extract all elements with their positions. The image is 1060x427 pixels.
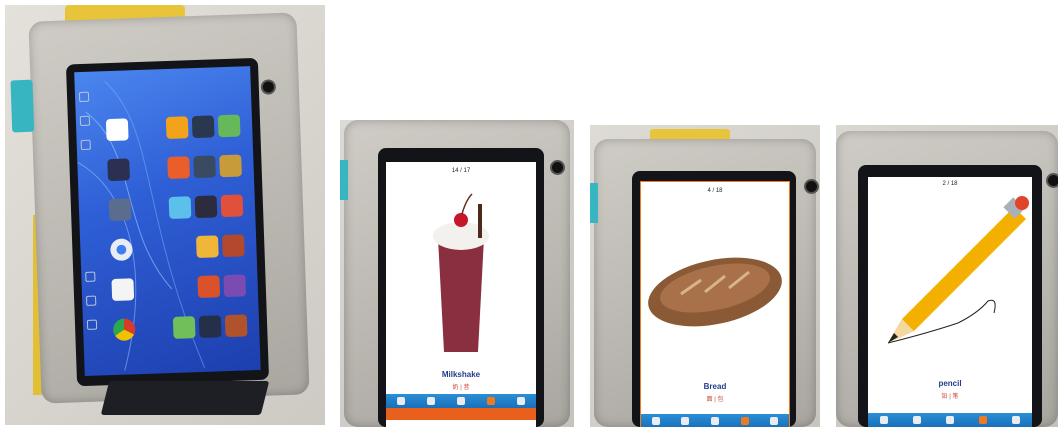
app-icon[interactable] — [193, 155, 216, 179]
app-icon[interactable] — [217, 114, 241, 138]
home-screen[interactable] — [74, 66, 261, 377]
app-icon[interactable] — [107, 158, 131, 182]
back-nav-icon[interactable] — [78, 91, 90, 103]
app-icon[interactable] — [167, 156, 190, 180]
front-camera — [1048, 175, 1058, 186]
flashcard-screen[interactable]: 4 / 18 Bread 面 | 包 — [640, 181, 790, 427]
pencil-image — [887, 196, 1029, 344]
app-toolbar — [386, 394, 536, 408]
app-icon[interactable] — [197, 275, 221, 299]
tablet-stand — [100, 381, 270, 415]
card-pinyin: 面 | 包 — [706, 397, 724, 403]
sound-icon[interactable] — [770, 417, 779, 425]
book-icon[interactable] — [913, 416, 922, 424]
app-icon[interactable] — [224, 314, 248, 338]
teal-strap — [10, 79, 35, 133]
volume-up-icon[interactable] — [86, 319, 98, 330]
banner-bar[interactable] — [386, 408, 536, 420]
card-pinyin: 奶 | 昔 — [452, 385, 470, 391]
card-icon[interactable] — [487, 397, 495, 405]
home-icon[interactable] — [651, 417, 660, 425]
book-icon[interactable] — [427, 397, 435, 405]
milkshake-image — [433, 193, 489, 352]
app-toolbar — [868, 413, 1032, 427]
front-camera — [262, 81, 275, 93]
tablet-case: 14 / 17 Milkshake 奶 | 昔 — [340, 120, 570, 427]
app-icon[interactable] — [220, 194, 244, 218]
card-word: Milkshake — [441, 370, 481, 379]
sound-icon[interactable] — [1011, 416, 1020, 424]
tablet-case: 4 / 18 Bread 面 | 包 — [590, 139, 817, 427]
app-icon[interactable] — [168, 196, 192, 219]
card-counter: 14 / 17 — [451, 168, 471, 174]
home-icon[interactable] — [397, 397, 405, 405]
app-icon[interactable] — [172, 316, 196, 339]
bread-image — [648, 257, 782, 327]
volume-down-icon[interactable] — [86, 295, 97, 306]
card-word: pencil — [938, 379, 962, 388]
front-camera — [552, 162, 563, 173]
card-counter: 2 / 18 — [942, 181, 958, 187]
app-icon[interactable] — [165, 116, 189, 140]
app-icon[interactable] — [108, 198, 132, 222]
teal-strap — [340, 160, 348, 200]
recent-apps-icon[interactable] — [80, 139, 91, 151]
game-icon[interactable] — [457, 397, 465, 405]
flashcard-screen[interactable]: 14 / 17 Milkshake 奶 | 昔 — [386, 162, 536, 427]
tablet-bezel — [65, 57, 270, 387]
book-icon[interactable] — [681, 417, 690, 425]
home-nav-icon[interactable] — [79, 115, 91, 127]
app-icon[interactable] — [223, 274, 247, 298]
tablet-bezel: 2 / 18 pencil 铅 | 笔 — [858, 165, 1042, 427]
photo-pencil-card: 2 / 18 pencil 铅 | 笔 — [836, 125, 1058, 427]
app-icon[interactable] — [191, 115, 215, 139]
app-icon[interactable] — [198, 315, 222, 339]
card-icon[interactable] — [978, 416, 987, 424]
app-icon[interactable] — [194, 195, 218, 219]
card-icon[interactable] — [740, 417, 749, 425]
tablet-bezel: 4 / 18 Bread 面 | 包 — [632, 171, 796, 427]
app-toolbar — [641, 414, 789, 427]
photo-bread-card: 4 / 18 Bread 面 | 包 — [590, 125, 820, 427]
app-icon[interactable] — [195, 235, 219, 259]
photo-tablet-home — [5, 5, 325, 425]
tablet-case: 2 / 18 pencil 铅 | 笔 — [836, 131, 1058, 427]
photo-milkshake-card: 14 / 17 Milkshake 奶 | 昔 — [340, 120, 574, 427]
tablet-case — [10, 12, 310, 404]
app-icon[interactable] — [219, 154, 242, 178]
card-pinyin: 铅 | 笔 — [941, 394, 959, 400]
sound-icon[interactable] — [517, 397, 525, 405]
app-icon[interactable] — [105, 118, 129, 142]
tablet-bezel: 14 / 17 Milkshake 奶 | 昔 — [378, 148, 544, 427]
menu-nav-icon[interactable] — [85, 271, 96, 282]
gmail-icon[interactable] — [111, 278, 135, 302]
teal-strap — [590, 183, 598, 223]
game-icon[interactable] — [945, 416, 954, 424]
card-counter: 4 / 18 — [707, 188, 723, 194]
home-icon[interactable] — [880, 416, 889, 424]
game-icon[interactable] — [710, 417, 719, 425]
front-camera — [806, 181, 817, 192]
card-word: Bread — [703, 382, 727, 391]
app-icon[interactable] — [221, 234, 245, 258]
flashcard-screen[interactable]: 2 / 18 pencil 铅 | 笔 — [868, 177, 1032, 427]
